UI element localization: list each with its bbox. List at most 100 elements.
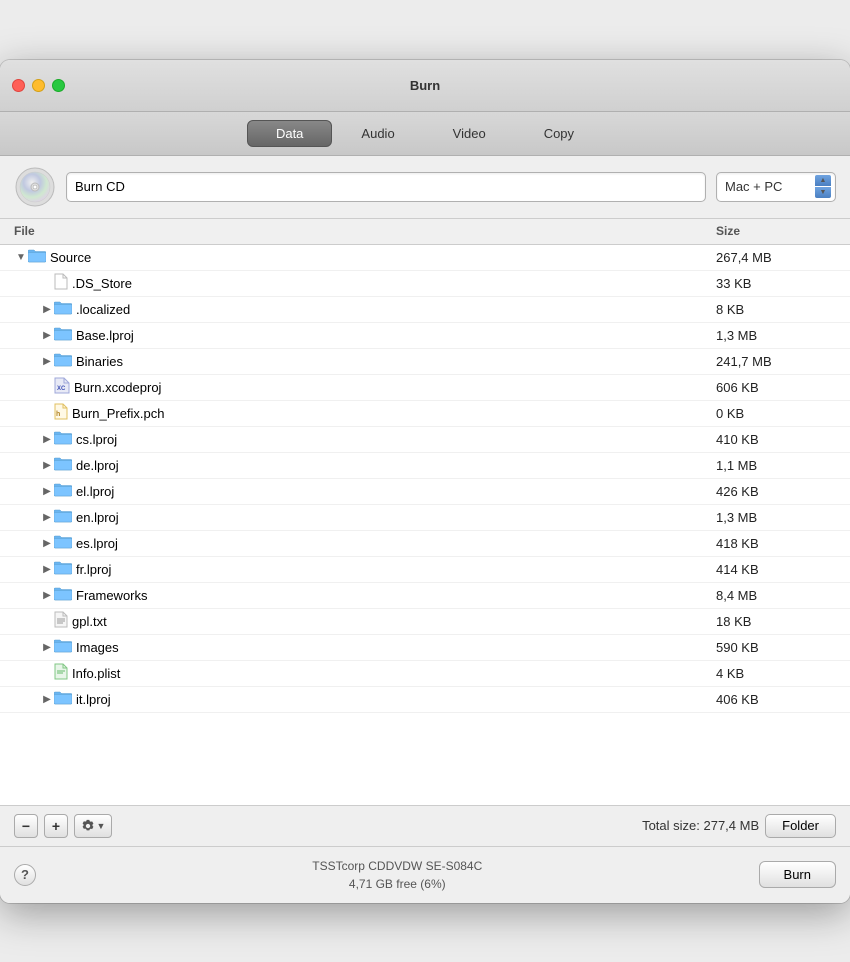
expand-arrow-icon[interactable]: ▶ <box>40 432 54 446</box>
file-name: en.lproj <box>76 510 716 525</box>
toolbar: Mac + PC ▲ ▼ <box>0 156 850 219</box>
file-name: .DS_Store <box>72 276 716 291</box>
file-size: 18 KB <box>716 614 836 629</box>
file-name: Source <box>50 250 716 265</box>
file-row[interactable]: ▶ Images590 KB <box>0 635 850 661</box>
file-name: es.lproj <box>76 536 716 551</box>
file-row[interactable]: Info.plist4 KB <box>0 661 850 687</box>
expand-arrow-icon[interactable]: ▶ <box>40 562 54 576</box>
file-row[interactable]: ▶Frameworks8,4 MB <box>0 583 850 609</box>
disc-icon <box>14 166 56 208</box>
tab-data[interactable]: Data <box>247 120 332 147</box>
folder-icon <box>54 509 72 526</box>
remove-button[interactable]: − <box>14 814 38 838</box>
file-name: Burn_Prefix.pch <box>72 406 716 421</box>
expand-arrow-icon[interactable]: ▶ <box>40 354 54 368</box>
file-text-icon <box>54 611 68 631</box>
file-name: Binaries <box>76 354 716 369</box>
file-row[interactable]: XC Burn.xcodeproj606 KB <box>0 375 850 401</box>
file-name: gpl.txt <box>72 614 716 629</box>
file-row[interactable]: ▶Base.lproj1,3 MB <box>0 323 850 349</box>
file-row[interactable]: ▶it.lproj406 KB <box>0 687 850 713</box>
expand-arrow-icon[interactable]: ▶ <box>40 458 54 472</box>
file-xcode-icon: XC <box>54 377 70 397</box>
help-button[interactable]: ? <box>14 864 36 886</box>
file-row[interactable]: ▶de.lproj1,1 MB <box>0 453 850 479</box>
expand-arrow-icon[interactable] <box>40 276 54 290</box>
folder-button[interactable]: Folder <box>765 814 836 838</box>
file-name: .localized <box>76 302 716 317</box>
tab-copy[interactable]: Copy <box>515 120 603 147</box>
file-size: 1,3 MB <box>716 328 836 343</box>
file-size: 406 KB <box>716 692 836 707</box>
drive-name: TSSTcorp CDDVDW SE-S084C <box>46 857 749 875</box>
folder-icon <box>54 327 72 344</box>
stepper-up[interactable]: ▲ <box>815 175 831 186</box>
format-select[interactable]: Mac + PC ▲ ▼ <box>716 172 836 202</box>
file-row[interactable]: ▶fr.lproj414 KB <box>0 557 850 583</box>
drive-free: 4,71 GB free (6%) <box>46 875 749 893</box>
file-plist-icon <box>54 663 68 683</box>
tabbar: Data Audio Video Copy <box>0 112 850 156</box>
file-row[interactable]: ▶ cs.lproj410 KB <box>0 427 850 453</box>
expand-arrow-icon[interactable]: ▶ <box>40 588 54 602</box>
file-size: 590 KB <box>716 640 836 655</box>
expand-arrow-icon[interactable] <box>40 380 54 394</box>
expand-arrow-icon[interactable]: ▶ <box>40 510 54 524</box>
stepper-down[interactable]: ▼ <box>815 187 831 198</box>
gear-button[interactable]: ▼ <box>74 814 112 838</box>
file-size: 4 KB <box>716 666 836 681</box>
file-name: Frameworks <box>76 588 716 603</box>
tab-video[interactable]: Video <box>424 120 515 147</box>
expand-arrow-icon[interactable]: ▶ <box>40 328 54 342</box>
file-size: 606 KB <box>716 380 836 395</box>
file-name: de.lproj <box>76 458 716 473</box>
folder-icon <box>54 535 72 552</box>
expand-arrow-icon[interactable] <box>40 666 54 680</box>
tab-audio[interactable]: Audio <box>332 120 423 147</box>
file-size: 241,7 MB <box>716 354 836 369</box>
expand-arrow-icon[interactable]: ▶ <box>40 536 54 550</box>
folder-icon <box>28 249 46 266</box>
file-row[interactable]: ▶ en.lproj1,3 MB <box>0 505 850 531</box>
file-name: Burn.xcodeproj <box>74 380 716 395</box>
file-header-icon: h <box>54 403 68 423</box>
folder-icon <box>54 587 72 604</box>
project-name-input[interactable] <box>66 172 706 202</box>
file-row[interactable]: .DS_Store33 KB <box>0 271 850 297</box>
close-button[interactable] <box>12 79 25 92</box>
expand-arrow-icon[interactable]: ▶ <box>40 692 54 706</box>
file-row[interactable]: hBurn_Prefix.pch0 KB <box>0 401 850 427</box>
expand-arrow-icon[interactable]: ▶ <box>40 302 54 316</box>
format-stepper[interactable]: ▲ ▼ <box>815 175 831 198</box>
expand-arrow-icon[interactable] <box>40 614 54 628</box>
file-row[interactable]: ▼ Source267,4 MB <box>0 245 850 271</box>
expand-arrow-icon[interactable]: ▶ <box>40 484 54 498</box>
expand-arrow-icon[interactable]: ▶ <box>40 640 54 654</box>
svg-text:h: h <box>56 411 60 418</box>
file-row[interactable]: gpl.txt18 KB <box>0 609 850 635</box>
file-row[interactable]: ▶el.lproj426 KB <box>0 479 850 505</box>
file-row[interactable]: ▶ Binaries241,7 MB <box>0 349 850 375</box>
folder-icon <box>54 639 72 656</box>
traffic-lights <box>12 79 65 92</box>
file-size: 414 KB <box>716 562 836 577</box>
file-size: 418 KB <box>716 536 836 551</box>
file-size: 1,3 MB <box>716 510 836 525</box>
expand-arrow-icon[interactable]: ▼ <box>14 250 28 264</box>
file-list-header: File Size <box>0 219 850 245</box>
file-size: 410 KB <box>716 432 836 447</box>
file-list-body[interactable]: ▼ Source267,4 MB .DS_Store33 KB ▶ .localized… <box>0 245 850 805</box>
burn-button[interactable]: Burn <box>759 861 836 888</box>
file-name: cs.lproj <box>76 432 716 447</box>
file-size: 8 KB <box>716 302 836 317</box>
maximize-button[interactable] <box>52 79 65 92</box>
expand-arrow-icon[interactable] <box>40 406 54 420</box>
add-button[interactable]: + <box>44 814 68 838</box>
minimize-button[interactable] <box>32 79 45 92</box>
file-row[interactable]: ▶ es.lproj418 KB <box>0 531 850 557</box>
file-name: Images <box>76 640 716 655</box>
file-row[interactable]: ▶ .localized8 KB <box>0 297 850 323</box>
file-size: 267,4 MB <box>716 250 836 265</box>
folder-icon <box>54 691 72 708</box>
